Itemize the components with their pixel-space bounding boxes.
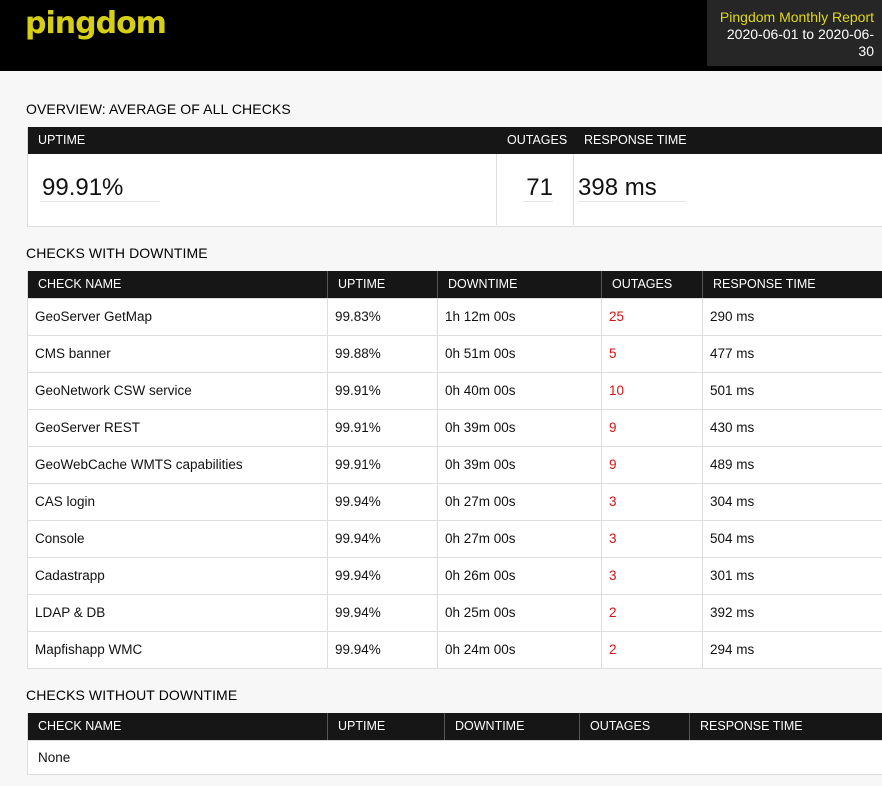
cell-uptime: 99.94%: [328, 595, 438, 631]
cell-check-name: CMS banner: [28, 336, 328, 372]
cell-response-time: 430 ms: [710, 420, 755, 435]
table-row: GeoServer REST 99.91% 0h 39m 00s 9 430 ms: [28, 409, 882, 446]
cell-downtime: 0h 51m 00s: [438, 336, 602, 372]
cell-outages: 5: [602, 336, 703, 372]
cell-uptime: 99.94%: [328, 521, 438, 557]
overview-outages-value: 71: [526, 174, 553, 201]
cell-outages: 25: [602, 299, 703, 335]
downtime-header-row: CHECK NAME UPTIME DOWNTIME OUTAGES RESPO…: [28, 271, 882, 298]
table-row: Console 99.94% 0h 27m 00s 3 504 ms: [28, 520, 882, 557]
cell-response-time: 304 ms: [710, 494, 755, 509]
no-downtime-empty-row: None: [28, 740, 882, 774]
cell-check-name: CAS login: [28, 484, 328, 520]
overview-uptime-cell: 99.91%: [28, 154, 497, 225]
cell-outages: 9: [602, 410, 703, 446]
overview-response-underline: [578, 201, 686, 202]
overview-header-response-time: RESPONSE TIME: [584, 133, 687, 147]
report-range-end: 30: [858, 43, 874, 59]
cell-response-time: 477 ms: [710, 346, 755, 361]
cell-check-name: GeoServer GetMap: [28, 299, 328, 335]
report-header: pingdom Pingdom Monthly Report 2020-06-0…: [0, 0, 882, 71]
overview-header-row: UPTIME OUTAGES RESPONSE TIME: [28, 127, 882, 154]
cell-downtime: 0h 25m 00s: [438, 595, 602, 631]
overview-title: OVERVIEW: AVERAGE OF ALL CHECKS: [26, 101, 291, 117]
cell-check-name: GeoWebCache WMTS capabilities: [28, 447, 328, 483]
cell-response-time: 290 ms: [710, 309, 755, 324]
overview-response-cell: 398 ms: [574, 154, 882, 225]
no-downtime-header-check-name: CHECK NAME: [28, 713, 328, 740]
cell-outages: 2: [602, 595, 703, 631]
downtime-header-response-time: RESPONSE TIME: [713, 277, 816, 291]
no-downtime-header-downtime: DOWNTIME: [445, 713, 580, 740]
cell-downtime: 0h 27m 00s: [438, 521, 602, 557]
overview-outages-cell: 71: [497, 154, 574, 225]
no-downtime-header-response-time: RESPONSE TIME: [700, 719, 803, 733]
cell-outages: 3: [602, 484, 703, 520]
overview-uptime-value: 99.91%: [42, 174, 124, 201]
cell-uptime: 99.94%: [328, 484, 438, 520]
no-downtime-header-outages: OUTAGES: [580, 713, 690, 740]
downtime-header-check-name: CHECK NAME: [28, 271, 328, 298]
cell-response-time: 392 ms: [710, 605, 755, 620]
cell-uptime: 99.91%: [328, 373, 438, 409]
cell-outages: 10: [602, 373, 703, 409]
cell-downtime: 0h 26m 00s: [438, 558, 602, 594]
cell-outages: 2: [602, 632, 703, 668]
table-row: Cadastrapp 99.94% 0h 26m 00s 3 301 ms: [28, 557, 882, 594]
no-downtime-empty-text: None: [38, 750, 71, 765]
overview-header-outages: OUTAGES: [507, 133, 568, 147]
cell-uptime: 99.88%: [328, 336, 438, 372]
cell-check-name: Console: [28, 521, 328, 557]
table-row: Mapfishapp WMC 99.94% 0h 24m 00s 2 294 ms: [28, 631, 882, 668]
cell-response-time: 489 ms: [710, 457, 755, 472]
cell-outages: 3: [602, 558, 703, 594]
cell-downtime: 0h 39m 00s: [438, 410, 602, 446]
table-row: LDAP & DB 99.94% 0h 25m 00s 2 392 ms: [28, 594, 882, 631]
cell-check-name: GeoServer REST: [28, 410, 328, 446]
overview-outages-underline: [523, 201, 553, 202]
overview-header-uptime: UPTIME: [38, 133, 86, 147]
checks-without-downtime-table: CHECK NAME UPTIME DOWNTIME OUTAGES RESPO…: [27, 713, 882, 775]
pingdom-logo: pingdom: [25, 6, 167, 41]
table-row: CMS banner 99.88% 0h 51m 00s 5 477 ms: [28, 335, 882, 372]
cell-outages: 9: [602, 447, 703, 483]
cell-response-time: 501 ms: [710, 383, 755, 398]
cell-uptime: 99.94%: [328, 632, 438, 668]
cell-check-name: Cadastrapp: [28, 558, 328, 594]
downtime-header-downtime: DOWNTIME: [438, 271, 602, 298]
overview-uptime-underline: [40, 201, 160, 202]
cell-downtime: 1h 12m 00s: [438, 299, 602, 335]
cell-downtime: 0h 24m 00s: [438, 632, 602, 668]
overview-table: UPTIME OUTAGES RESPONSE TIME 99.91% 71 3…: [27, 127, 882, 227]
cell-response-time: 504 ms: [710, 531, 755, 546]
table-row: GeoWebCache WMTS capabilities 99.91% 0h 39…: [28, 446, 882, 483]
cell-uptime: 99.91%: [328, 447, 438, 483]
checks-with-downtime-title: CHECKS WITH DOWNTIME: [26, 245, 208, 261]
cell-downtime: 0h 40m 00s: [438, 373, 602, 409]
report-title: Pingdom Monthly Report: [719, 9, 874, 25]
overview-response-value: 398 ms: [578, 174, 657, 201]
cell-check-name: LDAP & DB: [28, 595, 328, 631]
cell-check-name: Mapfishapp WMC: [28, 632, 328, 668]
downtime-header-uptime: UPTIME: [328, 271, 438, 298]
cell-uptime: 99.94%: [328, 558, 438, 594]
cell-uptime: 99.91%: [328, 410, 438, 446]
cell-downtime: 0h 27m 00s: [438, 484, 602, 520]
no-downtime-header-row: CHECK NAME UPTIME DOWNTIME OUTAGES RESPO…: [28, 713, 882, 740]
table-row: GeoNetwork CSW service 99.91% 0h 40m 00s 10…: [28, 372, 882, 409]
table-row: CAS login 99.94% 0h 27m 00s 3 304 ms: [28, 483, 882, 520]
cell-response-time: 294 ms: [710, 642, 755, 657]
cell-response-time: 301 ms: [710, 568, 755, 583]
no-downtime-header-uptime: UPTIME: [328, 713, 445, 740]
cell-check-name: GeoNetwork CSW service: [28, 373, 328, 409]
cell-uptime: 99.83%: [328, 299, 438, 335]
checks-without-downtime-title: CHECKS WITHOUT DOWNTIME: [26, 687, 238, 703]
cell-outages: 3: [602, 521, 703, 557]
report-range-start: 2020-06-01 to 2020-06-: [726, 26, 874, 42]
table-row: GeoServer GetMap 99.83% 1h 12m 00s 25 290 ms: [28, 298, 882, 335]
report-info: Pingdom Monthly Report 2020-06-01 to 202…: [707, 0, 882, 66]
downtime-header-outages: OUTAGES: [602, 271, 703, 298]
cell-downtime: 0h 39m 00s: [438, 447, 602, 483]
checks-with-downtime-table: CHECK NAME UPTIME DOWNTIME OUTAGES RESPO…: [27, 271, 882, 669]
